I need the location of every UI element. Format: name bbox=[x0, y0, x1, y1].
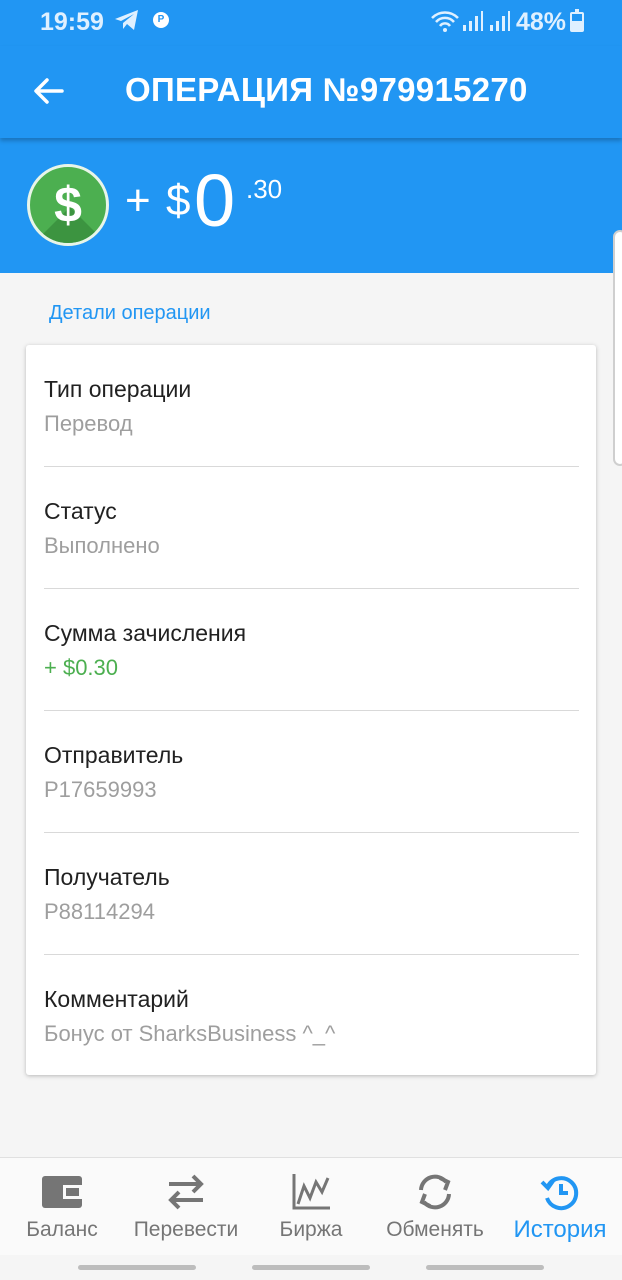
detail-label: Сумма зачисления bbox=[44, 620, 247, 646]
amount-header: $ + $ 0 .30 bbox=[0, 138, 622, 273]
transfer-arrows-icon bbox=[168, 1174, 204, 1210]
section-title: Детали операции bbox=[49, 302, 211, 324]
nav-item-balance[interactable]: Баланс bbox=[0, 1158, 124, 1256]
system-back-pill[interactable] bbox=[78, 1265, 196, 1270]
history-icon bbox=[540, 1176, 579, 1211]
detail-label: Отправитель bbox=[44, 742, 184, 768]
amount-cents: .30 bbox=[246, 174, 283, 204]
system-home-pill[interactable] bbox=[252, 1265, 370, 1270]
detail-label: Получатель bbox=[44, 864, 170, 890]
detail-row-recipient: Получатель P88114294 bbox=[44, 833, 579, 955]
detail-value: P88114294 bbox=[44, 899, 155, 924]
detail-label: Статус bbox=[44, 498, 117, 524]
system-navigation-bar bbox=[0, 1255, 622, 1280]
status-bar: 19:59 P 48% bbox=[0, 0, 622, 46]
scroll-indicator[interactable] bbox=[613, 230, 622, 466]
battery-icon bbox=[570, 9, 584, 32]
detail-row-sender: Отправитель P17659993 bbox=[44, 711, 579, 833]
nav-item-history[interactable]: История bbox=[498, 1158, 622, 1256]
battery-level: 48% bbox=[516, 8, 567, 36]
dollar-coin-icon: $ bbox=[27, 164, 109, 246]
detail-value: Бонус от SharksBusiness ^_^ bbox=[44, 1021, 336, 1046]
details-card: Тип операции Перевод Статус Выполнено Су… bbox=[26, 345, 596, 1075]
nav-label: Баланс bbox=[26, 1218, 98, 1241]
app-bar: ОПЕРАЦИЯ №979915270 bbox=[0, 46, 622, 138]
detail-value: Выполнено bbox=[44, 533, 160, 558]
nav-item-exchange-market[interactable]: Биржа bbox=[249, 1158, 373, 1256]
bottom-navigation: Баланс Перевести Биржа Обменять История bbox=[0, 1157, 622, 1255]
amount-sign: + bbox=[125, 176, 151, 225]
nav-label: Перевести bbox=[133, 1218, 239, 1241]
payeer-notification-icon: P bbox=[153, 12, 169, 28]
detail-row-type: Тип операции Перевод bbox=[44, 345, 579, 467]
page-title: ОПЕРАЦИЯ №979915270 bbox=[125, 71, 528, 108]
nav-item-transfer[interactable]: Перевести bbox=[124, 1158, 248, 1256]
status-time: 19:59 bbox=[40, 8, 104, 36]
nav-label: История bbox=[513, 1216, 607, 1243]
chart-icon bbox=[292, 1174, 330, 1210]
detail-label: Комментарий bbox=[44, 986, 189, 1012]
detail-label: Тип операции bbox=[44, 376, 192, 402]
exchange-icon bbox=[419, 1174, 451, 1210]
telegram-icon bbox=[115, 10, 138, 30]
signal-icon bbox=[490, 11, 510, 31]
signal-icon bbox=[463, 11, 483, 31]
wifi-icon bbox=[431, 11, 459, 32]
amount-currency: $ bbox=[166, 176, 191, 225]
nav-label: Биржа bbox=[279, 1218, 343, 1241]
nav-label: Обменять bbox=[386, 1218, 484, 1241]
nav-item-swap[interactable]: Обменять bbox=[373, 1158, 497, 1256]
detail-value: + $0.30 bbox=[44, 655, 119, 680]
detail-value: P17659993 bbox=[44, 777, 157, 802]
detail-value: Перевод bbox=[44, 411, 133, 436]
detail-row-amount: Сумма зачисления + $0.30 bbox=[44, 589, 579, 711]
wallet-icon bbox=[42, 1176, 82, 1208]
detail-row-status: Статус Выполнено bbox=[44, 467, 579, 589]
amount-integer: 0 bbox=[194, 159, 236, 242]
back-arrow-icon[interactable] bbox=[26, 68, 72, 114]
system-recents-pill[interactable] bbox=[426, 1265, 544, 1270]
detail-row-comment: Комментарий Бонус от SharksBusiness ^_^ bbox=[44, 955, 579, 1077]
